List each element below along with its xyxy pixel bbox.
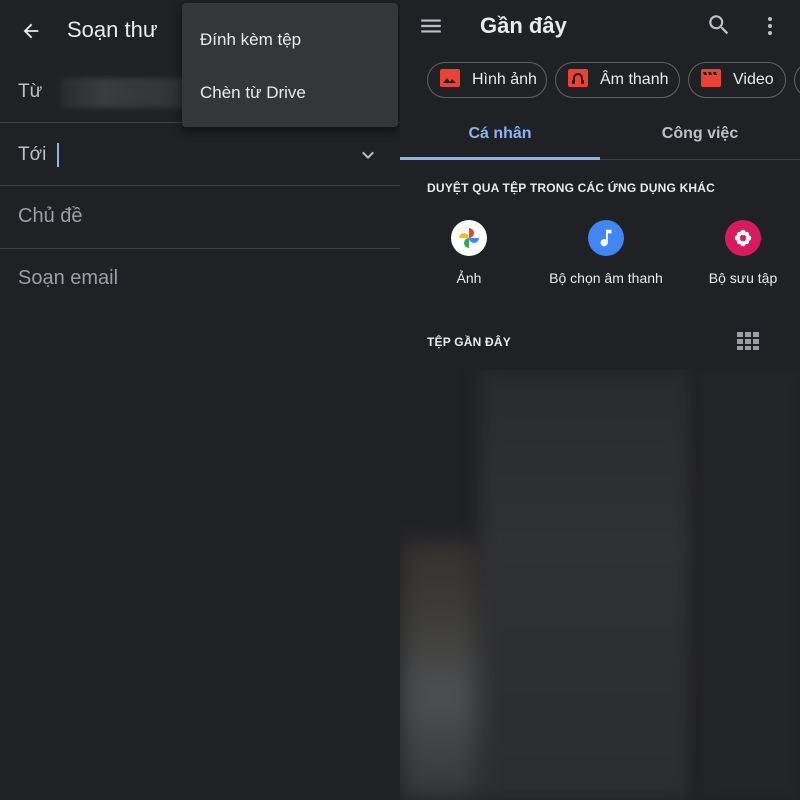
- google-photos-icon: [451, 220, 487, 256]
- blurred-file-area: [480, 370, 690, 800]
- file-picker-pane: Gần đây Hình ảnh Âm thanh Video Cá nhân …: [400, 0, 800, 800]
- chip-images-label: Hình ảnh: [472, 71, 537, 88]
- picker-title: Gần đây: [480, 13, 567, 38]
- menu-item-insert-from-drive[interactable]: Chèn từ Drive: [182, 67, 398, 119]
- blurred-file-area-right: [700, 370, 800, 800]
- image-icon: [438, 66, 462, 95]
- chip-video-label: Video: [733, 71, 774, 88]
- app-photos-label: Ảnh: [456, 270, 482, 286]
- compose-pane: Soạn thư Từ Tới Chủ đề Soạn email Đính k…: [0, 0, 400, 800]
- picker-top-bar: Gần đây: [400, 0, 800, 52]
- from-label: Từ: [18, 81, 43, 102]
- to-label: Tới: [18, 144, 47, 165]
- from-address-blurred: [60, 78, 200, 108]
- tab-personal[interactable]: Cá nhân: [400, 108, 600, 160]
- audio-icon: [566, 66, 590, 95]
- recent-files-blurred[interactable]: [400, 370, 800, 800]
- more-vert-icon[interactable]: [758, 12, 782, 40]
- chip-more-partial[interactable]: [794, 62, 800, 98]
- app-audio-picker[interactable]: Bộ chọn âm thanh: [531, 220, 681, 286]
- subject-placeholder: Chủ đề: [18, 205, 83, 227]
- gallery-flower-icon: [725, 220, 761, 256]
- chip-images[interactable]: Hình ảnh: [427, 62, 547, 98]
- search-icon[interactable]: [706, 12, 734, 40]
- attach-menu: Đính kèm tệp Chèn từ Drive: [182, 3, 398, 127]
- chip-audio[interactable]: Âm thanh: [555, 62, 680, 98]
- back-arrow-icon[interactable]: [14, 14, 48, 48]
- menu-item-attach-file[interactable]: Đính kèm tệp: [182, 14, 398, 66]
- subject-field[interactable]: Chủ đề: [0, 186, 400, 249]
- browse-other-apps-heading: DUYỆT QUA TỆP TRONG CÁC ỨNG DỤNG KHÁC: [427, 181, 716, 195]
- music-note-icon: [588, 220, 624, 256]
- video-icon: [699, 66, 723, 95]
- blurred-file-thumbnail: [400, 540, 480, 800]
- chip-audio-label: Âm thanh: [600, 71, 669, 88]
- compose-title: Soạn thư: [67, 17, 158, 42]
- text-cursor: [57, 143, 59, 167]
- account-tabs: Cá nhân Công việc: [400, 108, 800, 160]
- chip-video[interactable]: Video: [688, 62, 786, 98]
- grid-view-icon[interactable]: [737, 332, 759, 350]
- body-placeholder[interactable]: Soạn email: [18, 267, 118, 290]
- recent-files-heading: TỆP GẦN ĐÂY: [427, 335, 511, 349]
- app-audio-picker-label: Bộ chọn âm thanh: [549, 270, 663, 286]
- chevron-down-icon[interactable]: [356, 143, 380, 167]
- app-gallery-label: Bộ sưu tập: [708, 270, 778, 286]
- to-row[interactable]: Tới: [0, 123, 400, 186]
- tab-work[interactable]: Công việc: [600, 108, 800, 160]
- app-photos[interactable]: Ảnh: [400, 220, 544, 286]
- app-gallery[interactable]: Bộ sưu tập: [668, 220, 800, 286]
- hamburger-menu-icon[interactable]: [418, 13, 444, 39]
- tab-active-indicator: [400, 157, 600, 160]
